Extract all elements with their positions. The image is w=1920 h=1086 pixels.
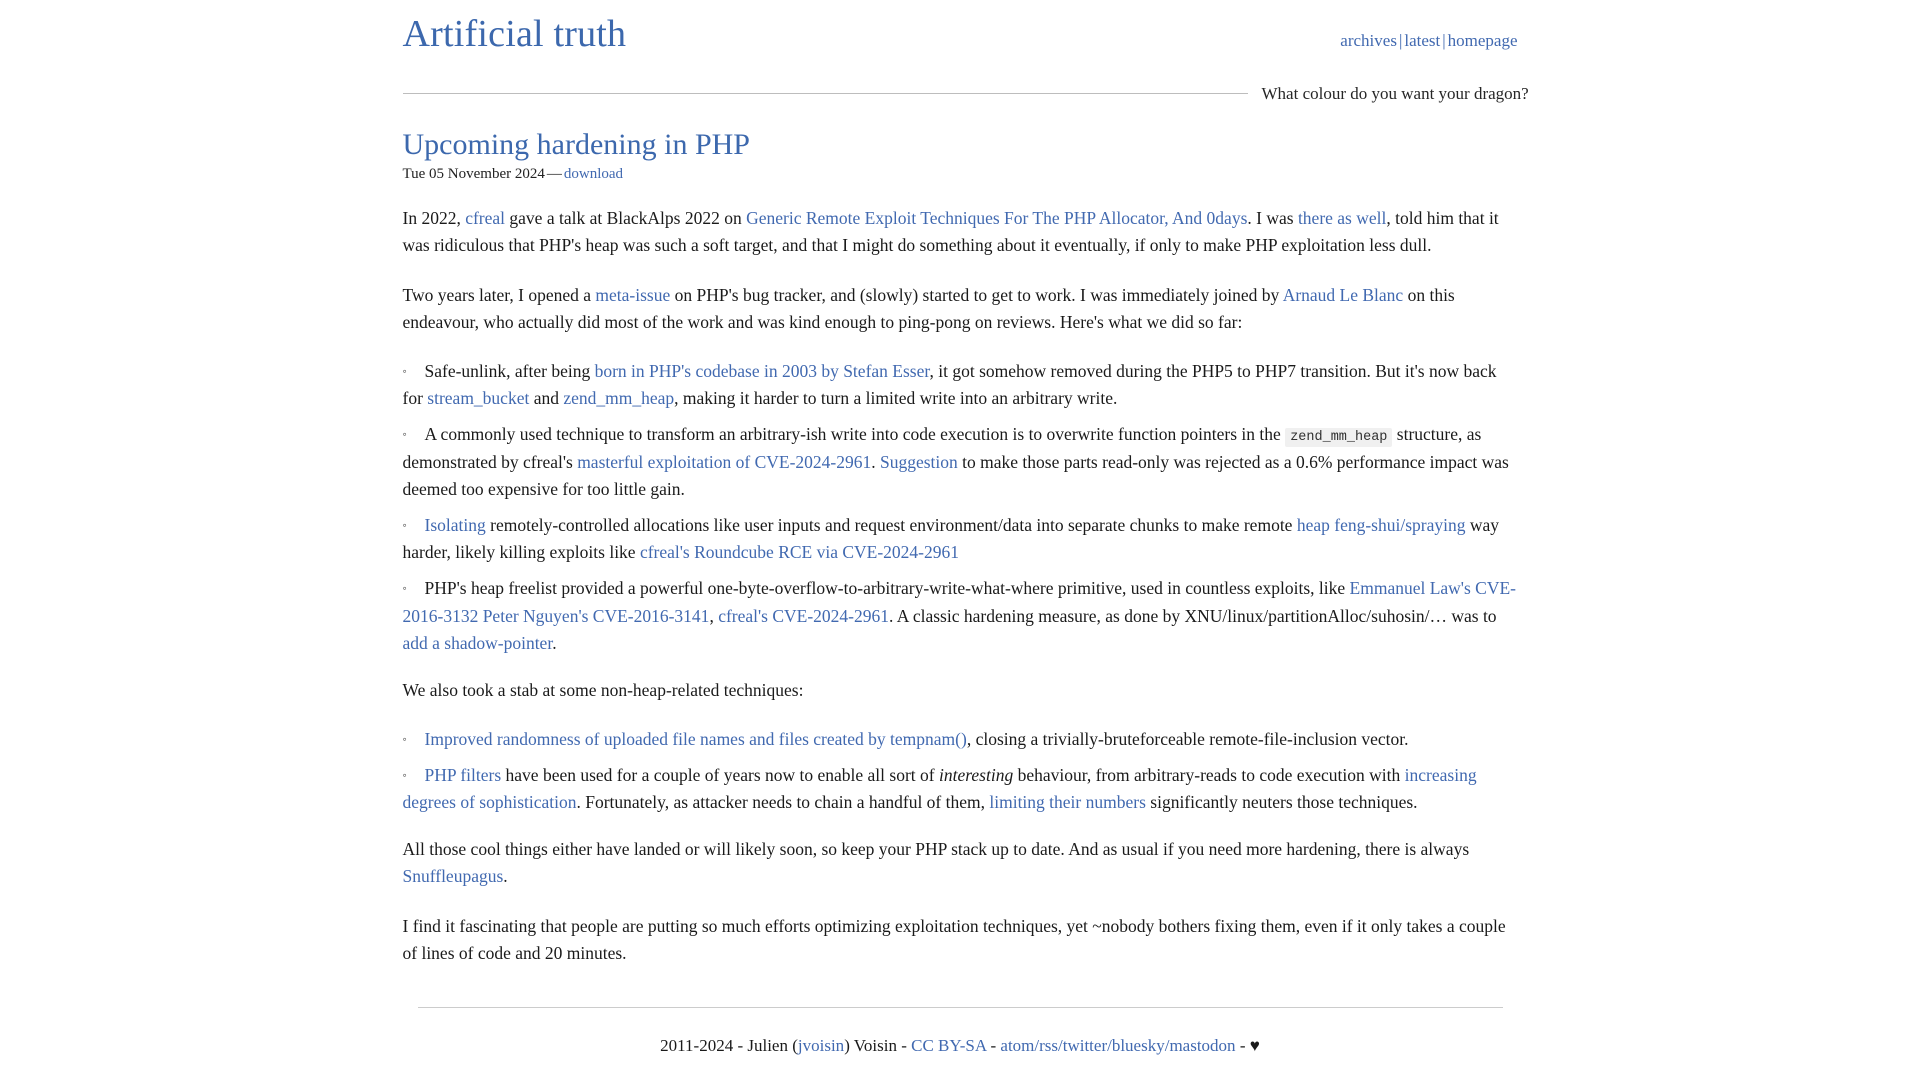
text-fragment: gave a talk at BlackAlps 2022 on — [505, 208, 747, 229]
paragraph-closing-remark: I find it fascinating that people are pu… — [402, 915, 1506, 963]
site-nav: archives | latest | homepage — [1340, 31, 1517, 55]
page-container: Artificial truth archives | latest | homepag… — [402, 0, 1529, 1086]
link-blackalps-talk[interactable]: Generic Remote Exploit Techniques For Th… — [746, 208, 1247, 228]
text-fragment: Two years later, I opened a — [402, 284, 596, 305]
link-stream-bucket[interactable]: stream_bucket — [427, 388, 529, 408]
text-fragment: behaviour, from arbitrary-reads to code … — [1013, 765, 1405, 786]
text-fragment: , making it harder to turn a limited wri… — [674, 387, 1118, 408]
nav-link-archives[interactable]: archives — [1340, 31, 1397, 50]
text-fragment: In 2022, — [402, 208, 466, 229]
list-item: ◦ Safe-unlink, after being born in PHP's … — [403, 358, 1518, 412]
site-footer: 2011-2024 - Julien (jvoisin) Voisin - CC… — [403, 1008, 1518, 1086]
text-fragment: significantly neuters those techniques. — [1145, 792, 1418, 813]
paragraph-meta-issue: Two years later, I opened a meta-issue o… — [403, 282, 1518, 336]
text-fragment: on PHP's bug tracker, and (slowly) start… — [670, 284, 1283, 305]
link-limiting-their-numbers[interactable]: limiting their numbers — [989, 792, 1146, 812]
link-peter-nguyen-cve-2016-3141[interactable]: Peter Nguyen's CVE-2016-3141 — [483, 606, 710, 626]
paragraph-intro: In 2022, cfreal gave a talk at BlackAlps… — [403, 205, 1518, 259]
site-masthead: Artificial truth archives | latest | homepag… — [403, 8, 1518, 56]
paragraph-non-heap-intro: We also took a stab at some non-heap-rel… — [402, 679, 804, 700]
text-fragment: have been used for a couple of years now… — [501, 765, 939, 786]
text-fragment: . I was — [1247, 208, 1298, 229]
link-masterful-exploitation[interactable]: masterful exploitation of CVE-2024-2961 — [577, 452, 871, 472]
text-fragment: . — [503, 866, 508, 887]
site-title: Artificial truth — [402, 13, 627, 55]
link-add-shadow-pointer[interactable]: add a shadow-pointer — [403, 633, 553, 653]
list-item: ◦ A commonly used technique to transform … — [403, 421, 1518, 503]
link-arnaud-le-blanc[interactable]: Arnaud Le Blanc — [1283, 285, 1404, 305]
text-fragment: Safe-unlink, after being — [424, 360, 595, 381]
link-improved-randomness-tempnam[interactable]: Improved randomness of uploaded file nam… — [425, 729, 967, 749]
article: Upcoming hardening in PHP Tue 05 Novembe… — [403, 128, 1518, 967]
list-item: ◦ Isolating remotely-controlled allocatio… — [403, 512, 1518, 566]
text-fragment: and — [529, 387, 564, 408]
text-fragment: - — [986, 1035, 1001, 1055]
link-suggestion[interactable]: Suggestion — [880, 452, 958, 472]
link-snuffleupagus[interactable]: Snuffleupagus — [403, 866, 504, 886]
text-fragment: , — [709, 605, 719, 626]
link-cfreal-cve-2024-2961[interactable]: cfreal's CVE-2024-2961 — [718, 606, 889, 626]
link-php-filters[interactable]: PHP filters — [425, 765, 502, 785]
link-license-cc-by-sa[interactable]: CC BY-SA — [911, 1036, 986, 1055]
link-jvoisin[interactable]: jvoisin — [798, 1036, 844, 1055]
download-link[interactable]: download — [564, 166, 623, 182]
link-meta-issue[interactable]: meta-issue — [595, 285, 670, 305]
bullet-circle-icon: ◦ — [402, 581, 407, 596]
text-fragment: , closing a trivially-bruteforceable rem… — [966, 728, 1409, 749]
post-date: Tue 05 November 2024 — [402, 166, 545, 183]
text-fragment: All those cool things either have landed… — [402, 839, 1470, 860]
tagline-row: What colour do you want your dragon? — [402, 84, 1529, 104]
bullet-circle-icon: ◦ — [402, 768, 407, 783]
list-item: ◦ Improved randomness of uploaded file na… — [403, 726, 1518, 753]
text-fragment: - — [1235, 1035, 1250, 1055]
text-fragment: . A classic hardening measure, as done b… — [889, 605, 1497, 626]
nav-link-homepage[interactable]: homepage — [1448, 31, 1518, 50]
meta-dash: — — [546, 166, 562, 183]
text-fragment: . — [552, 632, 557, 653]
paragraph-conclusion: All those cool things either have landed… — [403, 836, 1518, 890]
link-there-as-well[interactable]: there as well — [1298, 208, 1386, 228]
text-fragment: A commonly used technique to transform a… — [424, 424, 1286, 445]
link-stefan-esser-safe-unlink[interactable]: born in PHP's codebase in 2003 by Stefan… — [595, 361, 930, 381]
link-heap-feng-shui[interactable]: heap feng-shui/spraying — [1297, 515, 1466, 535]
text-fragment: . Fortunately, as attacker needs to chai… — [576, 792, 990, 813]
inline-code-zend-mm-heap: zend_mm_heap — [1285, 428, 1393, 448]
text-fragment: PHP's heap freelist provided a powerful … — [424, 578, 1350, 599]
post-meta: Tue 05 November 2024— download — [403, 166, 1518, 183]
nav-link-latest[interactable]: latest — [1404, 31, 1440, 50]
text-fragment: . — [871, 451, 880, 472]
link-cfreal[interactable]: cfreal — [465, 208, 505, 228]
link-zend-mm-heap[interactable]: zend_mm_heap — [563, 388, 674, 408]
link-feeds-and-socials[interactable]: atom/rss/twitter/bluesky/mastodon — [1000, 1036, 1235, 1055]
page-title: Upcoming hardening in PHP — [402, 127, 750, 161]
heart-icon: ♥ — [1249, 1035, 1260, 1055]
bullet-circle-icon: ◦ — [402, 518, 407, 533]
link-roundcube-rce[interactable]: cfreal's Roundcube RCE via CVE-2024-2961 — [640, 542, 959, 562]
link-isolating[interactable]: Isolating — [425, 515, 486, 535]
nav-separator-2: | — [1442, 31, 1446, 50]
bullet-circle-icon: ◦ — [402, 427, 407, 442]
copyright-years: 2011-2024 - Julien ( — [660, 1035, 798, 1055]
list-item: ◦ PHP's heap freelist provided a powerful… — [403, 575, 1518, 656]
bullet-circle-icon: ◦ — [402, 731, 407, 746]
site-tagline: What colour do you want your dragon? — [1261, 83, 1529, 103]
text-fragment: remotely-controlled allocations like use… — [485, 515, 1297, 536]
non-heap-list: ◦ Improved randomness of uploaded file na… — [403, 726, 1518, 816]
heap-hardening-list: ◦ Safe-unlink, after being born in PHP's … — [403, 358, 1518, 657]
emphasis-interesting: interesting — [938, 765, 1014, 786]
header-divider — [402, 93, 1248, 95]
text-fragment: ) Voisin - — [844, 1035, 912, 1055]
bullet-circle-icon: ◦ — [402, 363, 407, 378]
list-item: ◦ PHP filters have been used for a couple… — [403, 762, 1518, 816]
